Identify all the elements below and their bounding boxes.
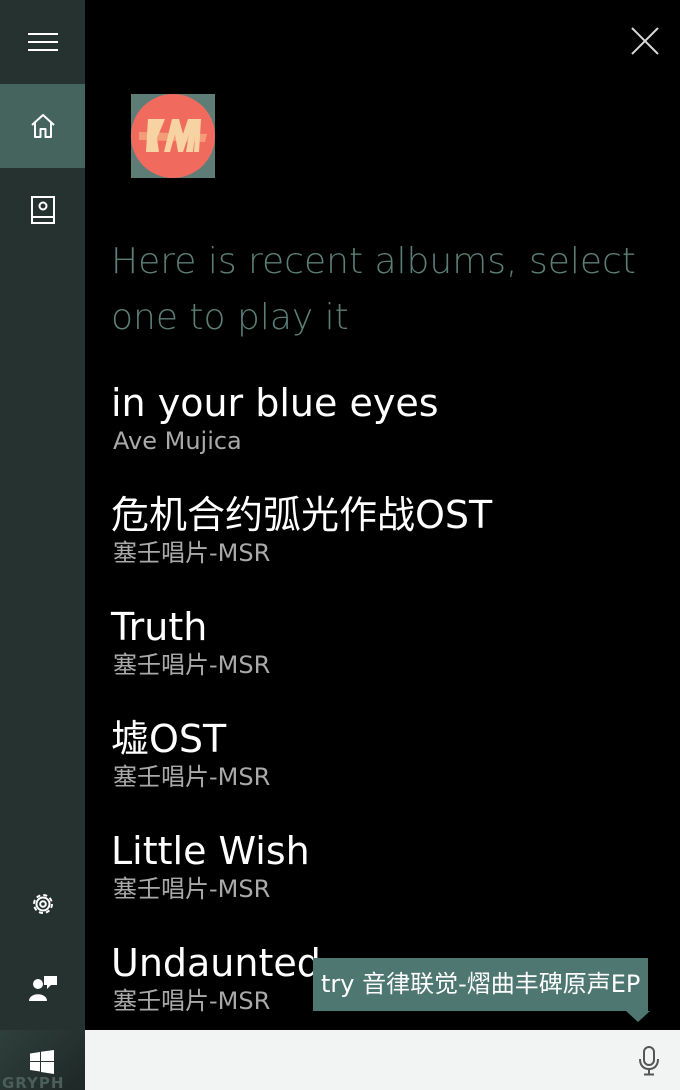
notebook-icon <box>30 196 55 224</box>
sidebar-item-home[interactable] <box>0 84 85 168</box>
settings-button[interactable] <box>0 862 85 946</box>
home-icon <box>30 114 55 138</box>
album-artist: Ave Mujica <box>113 427 242 455</box>
search-bar <box>85 1030 680 1090</box>
album-item[interactable]: in your blue eyes Ave Mujica <box>111 380 671 492</box>
start-button-area[interactable]: GRYPH <box>0 1030 85 1090</box>
feedback-button[interactable] <box>0 946 85 1030</box>
album-item[interactable]: Truth 塞壬唱片-MSR <box>111 604 671 716</box>
album-cover-logo <box>131 94 215 178</box>
close-icon[interactable] <box>628 24 662 58</box>
menu-button[interactable] <box>0 0 85 84</box>
album-item[interactable]: 墟OST 塞壬唱片-MSR <box>111 716 671 828</box>
gear-icon <box>32 894 53 914</box>
sidebar <box>0 0 85 1030</box>
assistant-prompt: Here is recent albums, select one to pla… <box>111 241 636 338</box>
album-list: in your blue eyes Ave Mujica 危机合约弧光作战OST… <box>111 380 671 1052</box>
album-artist: 塞壬唱片-MSR <box>113 651 271 679</box>
album-title: 墟OST <box>111 717 227 761</box>
sidebar-item-notebook[interactable] <box>0 168 85 252</box>
suggestion-tooltip-arrow <box>626 1011 650 1022</box>
album-cover <box>131 94 215 178</box>
album-artist: 塞壬唱片-MSR <box>113 539 271 567</box>
windows-logo-icon <box>30 1050 54 1074</box>
wallpaper-text: GRYPH <box>2 1074 65 1090</box>
album-item[interactable]: Little Wish 塞壬唱片-MSR <box>111 828 671 940</box>
album-title: 危机合约弧光作战OST <box>111 493 493 537</box>
microphone-icon[interactable] <box>638 1046 660 1076</box>
album-artist: 塞壬唱片-MSR <box>113 763 271 791</box>
album-artist: 塞壬唱片-MSR <box>113 875 271 903</box>
suggestion-tooltip[interactable]: try 音律联觉-熠曲丰碑原声EP <box>313 958 649 1011</box>
search-input[interactable] <box>85 1030 625 1090</box>
album-title: Truth <box>111 605 208 649</box>
album-item[interactable]: 危机合约弧光作战OST 塞壬唱片-MSR <box>111 492 671 604</box>
feedback-icon <box>28 976 57 1001</box>
hamburger-menu-icon <box>27 33 58 51</box>
album-title: Little Wish <box>111 829 310 873</box>
album-title: in your blue eyes <box>111 381 439 425</box>
